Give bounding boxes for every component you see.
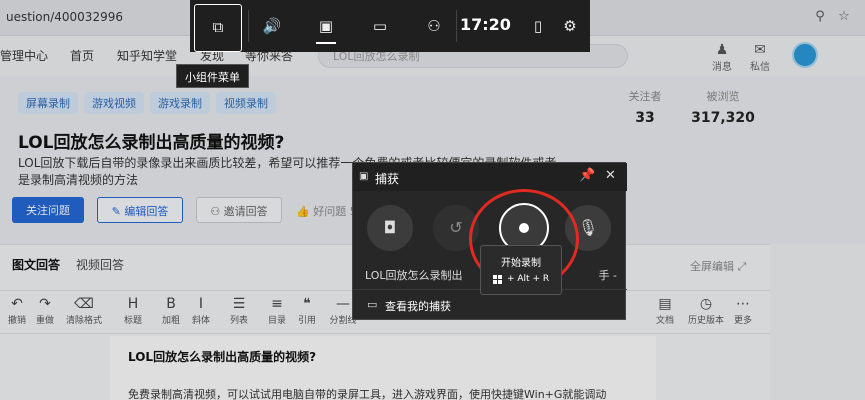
social-button[interactable]: ⚇	[412, 0, 456, 52]
divider	[456, 10, 457, 42]
game-bar: ⧉ 🔊 ▣ ▭ ⚇ 17:20 ▯ ⚙	[190, 0, 590, 52]
view-captures-label: 查看我的捕获	[385, 300, 451, 313]
capture-caption: LOL回放怎么录制出	[365, 269, 463, 282]
close-icon[interactable]: ✕	[605, 168, 616, 183]
capture-title: 捕获	[375, 172, 400, 186]
widget-menu-tooltip: 小组件菜单	[176, 64, 249, 88]
capture-widget-icon: ▣	[359, 171, 369, 182]
audio-button[interactable]: 🔊	[250, 0, 294, 52]
start-recording-tooltip: 开始录制 + Alt + R	[480, 245, 562, 295]
record-shortcut: + Alt + R	[507, 274, 550, 284]
monitor-icon: ▭	[372, 17, 388, 35]
divider	[248, 10, 249, 42]
clock: 17:20	[460, 15, 511, 34]
screenshot-button[interactable]: ◘	[367, 205, 413, 251]
windows-key-icon	[493, 275, 503, 285]
people-icon: ⚇	[427, 17, 441, 35]
capture-icon: ▣	[318, 17, 334, 35]
camera-icon: ◘	[383, 218, 397, 237]
capture-widget: ▣ 捕获 📌 ✕ ◘ ↺ 🎙 LOL回放怎么录制出 手 - ▭ 查看我的捕获	[352, 162, 627, 320]
capture-header: ▣ 捕获 📌 ✕	[353, 163, 627, 191]
gallery-icon: ▭	[367, 298, 378, 311]
gear-icon: ⚙	[563, 17, 577, 35]
pin-icon[interactable]: 📌	[579, 168, 595, 183]
start-recording-label: 开始录制	[501, 258, 541, 269]
rewind-icon: ↺	[449, 218, 463, 237]
settings-button[interactable]: ⚙	[548, 0, 592, 52]
capture-caption-right: 手 -	[598, 269, 617, 282]
widget-menu-button[interactable]: ⧉	[194, 4, 242, 52]
speaker-icon: 🔊	[262, 17, 282, 35]
mouse-icon: ▯	[533, 17, 543, 35]
widget-icon: ⧉	[212, 18, 224, 36]
performance-button[interactable]: ▭	[358, 0, 402, 52]
mic-icon: 🎙	[577, 218, 599, 237]
capture-button[interactable]: ▣	[304, 0, 348, 52]
